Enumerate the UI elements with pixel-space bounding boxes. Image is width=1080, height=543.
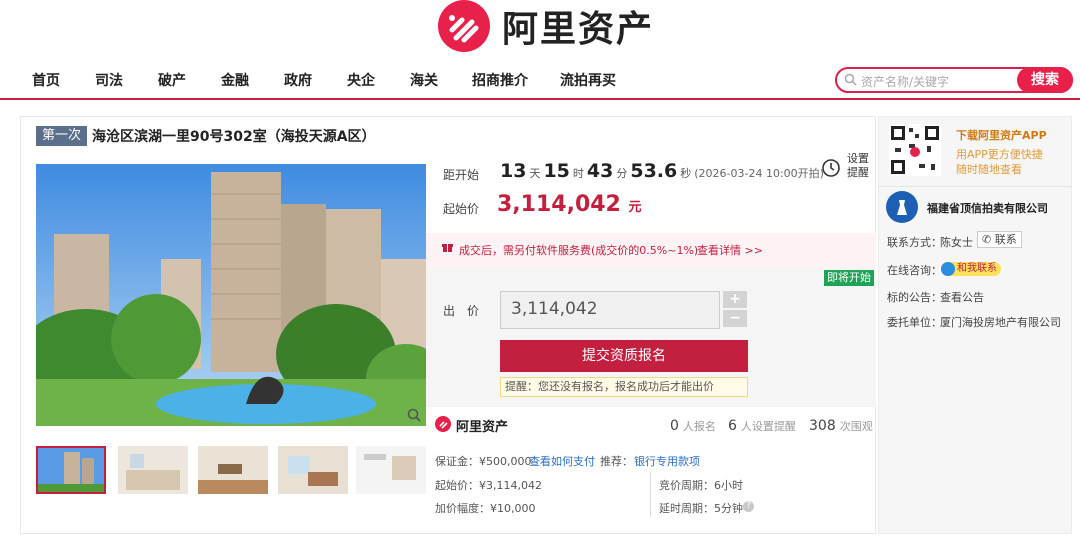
countdown-days: 13 [500,160,527,182]
nav-item-home[interactable]: 首页 [32,70,60,90]
reminder-value: 6 [728,418,737,434]
nav-item-relist[interactable]: 流拍再买 [560,70,616,90]
submit-registration-button[interactable]: 提交资质报名 [500,340,748,372]
countdown-label: 距开始 [443,168,480,182]
countdown-hours-unit: 时 [572,167,584,180]
bid-increase-button[interactable]: + [723,291,747,308]
thumbnail-5[interactable] [356,446,426,494]
nav-item-judicial[interactable]: 司法 [95,70,123,90]
search-button[interactable]: 搜索 [1017,67,1073,93]
delay-period: 延时周期：5分钟 [659,502,743,515]
countdown-hours: 15 [543,160,570,182]
thumbnail-3[interactable] [198,446,268,494]
registration-tip: 提醒：您还没有报名，报名成功后才能出价 [500,377,748,397]
bid-label: 出 价 [443,304,480,318]
online-consult-label: 在线咨询： [887,264,942,277]
registered-count: 0 人报名 [670,418,716,434]
download-app-sub2: 随时随地查看 [956,163,1022,176]
start-time: (2026-03-24 10:00开拍) [694,167,824,180]
countdown-seconds: 53.6 [630,160,678,182]
countdown-minutes: 43 [586,160,614,182]
fee-notice: 成交后，需另付软件服务费(成交价的0.5%~1%) [459,244,699,257]
brand-logo[interactable]: 阿里资产 [438,0,654,52]
nav-item-soe[interactable]: 央企 [347,70,375,90]
contact-button-label: 联系 [994,233,1017,246]
contact-label: 联系方式： [887,236,942,249]
contact-name: 陈女士 [940,236,973,249]
phone-icon: ✆ [982,233,992,246]
countdown: 13 天 15 时 43 分 53.6 秒 (2026-03-24 10:00开拍) [500,160,824,182]
main-photo[interactable] [36,164,426,426]
recommend-label: 推荐： [600,455,633,468]
search-box: 资产名称/关键字 搜索 [835,67,1073,93]
company-name[interactable]: 福建省顶信拍卖有限公司 [927,200,1048,216]
notice-label: 标的公告： [887,291,942,304]
ali-assets-small-logo [435,416,451,435]
countdown-seconds-unit: 秒 [680,167,692,180]
search-icon [844,73,857,89]
download-app-title[interactable]: 下载阿里资产APP [956,127,1047,143]
bid-amount-input[interactable]: 3,114,042 [500,291,720,329]
nav-item-customs[interactable]: 海关 [410,70,438,90]
reminder-count: 6 人设置提醒 [728,418,796,434]
contact-button[interactable]: ✆ 联系 [977,231,1022,248]
thumbnail-2[interactable] [118,446,188,494]
recommend-link[interactable]: 银行专用款项 [634,453,700,469]
bid-decrease-button[interactable]: − [723,310,747,327]
deposit: 保证金：¥500,000 [435,455,532,468]
company-avatar [886,191,918,223]
download-app-sub1: 用APP更方便快捷 [956,148,1043,161]
view-count: 308 次围观 [809,418,873,434]
deposit-pay-link[interactable]: 查看如何支付 [529,453,595,469]
start-price-label: 起始价 [443,202,480,216]
page-title: 海沧区滨湖一里90号302室（海投天源A区） [92,129,376,145]
status-badge: 即将开始 [824,270,874,286]
nav-item-finance[interactable]: 金融 [221,70,249,90]
countdown-minutes-unit: 分 [616,167,628,180]
entrust-label: 委托单位： [887,316,942,329]
start-price-unit: 元 [628,200,642,215]
bid-increment: 加价幅度：¥10,000 [435,502,536,515]
nav-item-bankruptcy[interactable]: 破产 [158,70,186,90]
ali-assets-small-name: 阿里资产 [456,420,509,435]
bidding-period: 竞价周期：6小时 [659,479,743,492]
chat-button[interactable]: 和我联系 [941,262,1001,276]
sidebar-divider [878,186,1072,187]
qr-code-icon [889,124,941,176]
alarm-clock-icon[interactable] [820,156,842,181]
round-badge: 第一次 [36,126,88,146]
nav-item-investment[interactable]: 招商推介 [472,70,528,90]
entrust-unit: 厦门海投房地产有限公司 [940,316,1061,329]
set-reminder-button[interactable]: 设置提醒 [847,152,871,180]
details-divider [650,472,651,516]
help-icon[interactable]: ? [743,501,754,512]
view-value: 308 [809,418,836,434]
view-label: 次围观 [839,420,873,433]
fee-details-link[interactable]: 查看详情 >> [697,242,763,258]
countdown-days-unit: 天 [529,167,541,180]
start-price: 3,114,042 元 [497,192,642,217]
brand-logo-icon [438,0,490,52]
chat-icon [941,262,955,276]
thumbnail-4[interactable] [278,446,348,494]
registered-value: 0 [670,418,679,434]
gift-icon [442,242,453,256]
detail-start-price: 起始价：¥3,114,042 [435,479,542,492]
start-price-value: 3,114,042 [497,192,621,217]
notice-link[interactable]: 查看公告 [940,289,984,305]
registered-label: 人报名 [682,420,716,433]
nav-item-government[interactable]: 政府 [284,70,312,90]
chat-button-label: 和我联系 [957,263,997,274]
zoom-icon[interactable] [407,408,421,426]
thumbnail-1[interactable] [36,446,106,494]
search-input[interactable]: 资产名称/关键字 [861,73,949,90]
brand-name: 阿里资产 [502,9,655,50]
reminder-label: 人设置提醒 [740,420,796,433]
